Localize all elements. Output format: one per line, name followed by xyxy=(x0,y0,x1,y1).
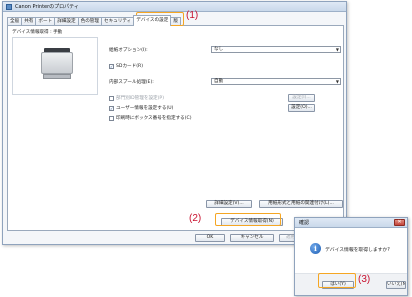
user-info-label: ユーザー情報を設定する(U) xyxy=(116,106,174,111)
dialog-message: デバイス情報を取得しますか? xyxy=(325,248,390,253)
spool-value: 自動 xyxy=(214,79,224,84)
sd-card-label: SDカード(R) xyxy=(116,64,144,69)
checkbox-empty-icon xyxy=(109,95,114,101)
printer-app-icon xyxy=(6,3,12,10)
yes-highlight xyxy=(318,273,356,288)
printer-image xyxy=(12,37,98,95)
info-icon: i xyxy=(310,243,321,254)
paper-source-dropdown[interactable]: なし ▼ xyxy=(211,46,341,53)
box-number-checkbox[interactable]: 印刷時にボックス番号を指定する(C) xyxy=(109,115,192,121)
device-info-status: デバイス情報取得 : 手動 xyxy=(12,30,63,35)
callout-step-3: (3) xyxy=(358,274,371,285)
dept-id-checkbox[interactable]: 部門別ID管理を設定(P) xyxy=(109,95,164,101)
spool-dropdown[interactable]: 自動 ▼ xyxy=(211,78,341,85)
dept-id-label: 部門別ID管理を設定(P) xyxy=(116,96,164,101)
spool-label: 内部スプール処理(E): xyxy=(109,80,154,85)
paper-source-label: 給紙オプション(I): xyxy=(109,48,148,53)
callout-step-1: (1) xyxy=(186,10,199,21)
window-title: Canon Printerのプロパティ xyxy=(15,4,79,10)
printer-tray xyxy=(43,74,71,79)
callout-step-2: (2) xyxy=(189,213,202,224)
device-settings-panel: デバイス情報取得 : 手動 給紙オプション(I): なし ▼ ✓ SDカード(R… xyxy=(7,25,344,231)
user-info-checkbox[interactable]: ✓ ユーザー情報を設定する(U) xyxy=(109,105,173,111)
ok-button[interactable]: OK xyxy=(195,234,225,242)
box-number-label: 印刷時にボックス番号を指定する(C) xyxy=(116,116,192,121)
chevron-down-icon: ▼ xyxy=(335,79,339,84)
dialog-title: 確認 xyxy=(299,220,310,226)
dialog-title-bar: 確認 ✕ xyxy=(295,218,407,228)
checkbox-empty-icon xyxy=(109,115,114,121)
properties-window: Canon Printerのプロパティ 全般 共有 ポート 詳細設定 色の管理 … xyxy=(2,1,347,245)
tab-device-settings[interactable]: デバイスの設定 xyxy=(133,15,172,26)
close-icon[interactable]: ✕ xyxy=(394,219,405,226)
sd-card-checkbox[interactable]: ✓ SDカード(R) xyxy=(109,63,143,69)
chevron-down-icon: ▼ xyxy=(335,47,339,52)
detail-settings-button[interactable]: 詳細設定(V)... xyxy=(206,200,252,208)
title-bar: Canon Printerのプロパティ xyxy=(3,2,346,12)
get-info-highlight xyxy=(215,213,281,226)
printer-body xyxy=(41,52,73,74)
paper-format-button[interactable]: 用紙形式と用紙の関連付け(L)... xyxy=(259,200,343,208)
user-info-settings-button[interactable]: 設定(O)... xyxy=(288,104,315,112)
checkbox-checked-icon: ✓ xyxy=(109,105,114,111)
dept-id-settings-button[interactable]: 設定(I)... xyxy=(288,94,315,102)
cancel-button[interactable]: キャンセル xyxy=(230,234,274,242)
no-button[interactable]: いいえ(N) xyxy=(386,281,406,289)
checkbox-checked-icon: ✓ xyxy=(109,63,114,69)
paper-source-value: なし xyxy=(214,47,224,52)
